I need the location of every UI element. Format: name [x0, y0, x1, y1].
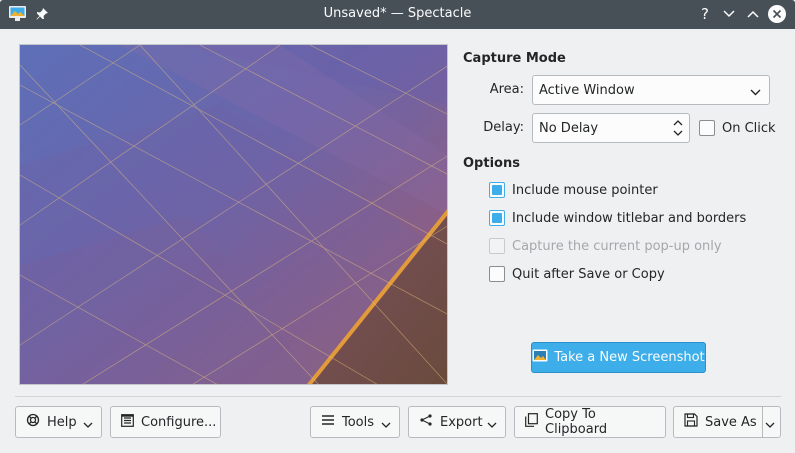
chevron-down-icon: [381, 418, 391, 433]
configure-button[interactable]: Configure...: [110, 406, 221, 438]
minimize-icon[interactable]: [720, 5, 738, 23]
help-icon[interactable]: ?: [696, 5, 714, 23]
area-value: Active Window: [539, 82, 635, 98]
option-label: Quit after Save or Copy: [512, 266, 665, 282]
window-title: Unsaved* — Spectacle: [323, 6, 472, 21]
include-titlebar-option[interactable]: Include window titlebar and borders: [489, 210, 746, 226]
share-icon: [419, 413, 433, 431]
area-label: Area:: [489, 82, 524, 97]
capture-mode-heading: Capture Mode: [463, 51, 566, 66]
chevron-down-icon[interactable]: [83, 418, 93, 433]
save-icon: [684, 413, 698, 431]
option-label: Include window titlebar and borders: [512, 210, 747, 226]
option-label: Include mouse pointer: [512, 182, 658, 198]
save-as-label: Save As: [705, 414, 757, 430]
chevron-down-icon: [487, 418, 497, 433]
capture-popup-option: Capture the current pop-up only: [489, 238, 722, 254]
delay-spinbox[interactable]: No Delay: [532, 113, 690, 143]
include-mouse-pointer-option[interactable]: Include mouse pointer: [489, 182, 658, 198]
help-lifebuoy-icon: [26, 413, 40, 431]
take-new-screenshot-button[interactable]: Take a New Screenshot: [531, 342, 706, 373]
chevron-down-icon: [750, 85, 761, 100]
chevron-down-icon[interactable]: [765, 418, 775, 433]
split-separator: [762, 407, 763, 437]
title-bar: Unsaved* — Spectacle ?: [0, 0, 795, 29]
on-click-label: On Click: [722, 120, 776, 136]
on-click-check[interactable]: [699, 120, 715, 136]
checkbox-disabled: [489, 238, 505, 254]
copy-label: Copy To Clipboard: [545, 407, 608, 437]
option-label: Capture the current pop-up only: [512, 238, 722, 254]
divider: [15, 396, 781, 397]
area-combobox[interactable]: Active Window: [532, 75, 770, 105]
help-label: Help: [47, 414, 77, 430]
checkbox-unchecked[interactable]: [489, 266, 505, 282]
take-screenshot-label: Take a New Screenshot: [554, 350, 705, 365]
maximize-icon[interactable]: [744, 5, 762, 23]
checkbox-checked[interactable]: [489, 210, 505, 226]
quit-after-save-option[interactable]: Quit after Save or Copy: [489, 266, 665, 282]
checkbox-checked[interactable]: [489, 182, 505, 198]
screenshot-preview[interactable]: [19, 44, 448, 385]
configure-label: Configure...: [141, 414, 217, 430]
screenshot-icon: [532, 349, 548, 366]
copy-to-clipboard-button[interactable]: Copy To Clipboard: [514, 406, 666, 438]
tools-button[interactable]: Tools: [310, 406, 400, 438]
tools-label: Tools: [342, 414, 375, 430]
configure-icon: [121, 413, 134, 431]
delay-value: No Delay: [539, 120, 599, 136]
copy-icon: [525, 413, 538, 431]
menu-icon: [321, 414, 335, 430]
options-heading: Options: [463, 156, 520, 171]
save-as-button[interactable]: Save As: [673, 406, 781, 438]
on-click-checkbox[interactable]: On Click: [699, 120, 776, 136]
export-button[interactable]: Export: [408, 406, 506, 438]
close-icon[interactable]: [767, 4, 787, 24]
spin-arrows-icon[interactable]: [673, 119, 683, 141]
export-label: Export: [440, 414, 483, 430]
delay-label: Delay:: [483, 120, 524, 135]
help-button[interactable]: Help: [15, 406, 102, 438]
